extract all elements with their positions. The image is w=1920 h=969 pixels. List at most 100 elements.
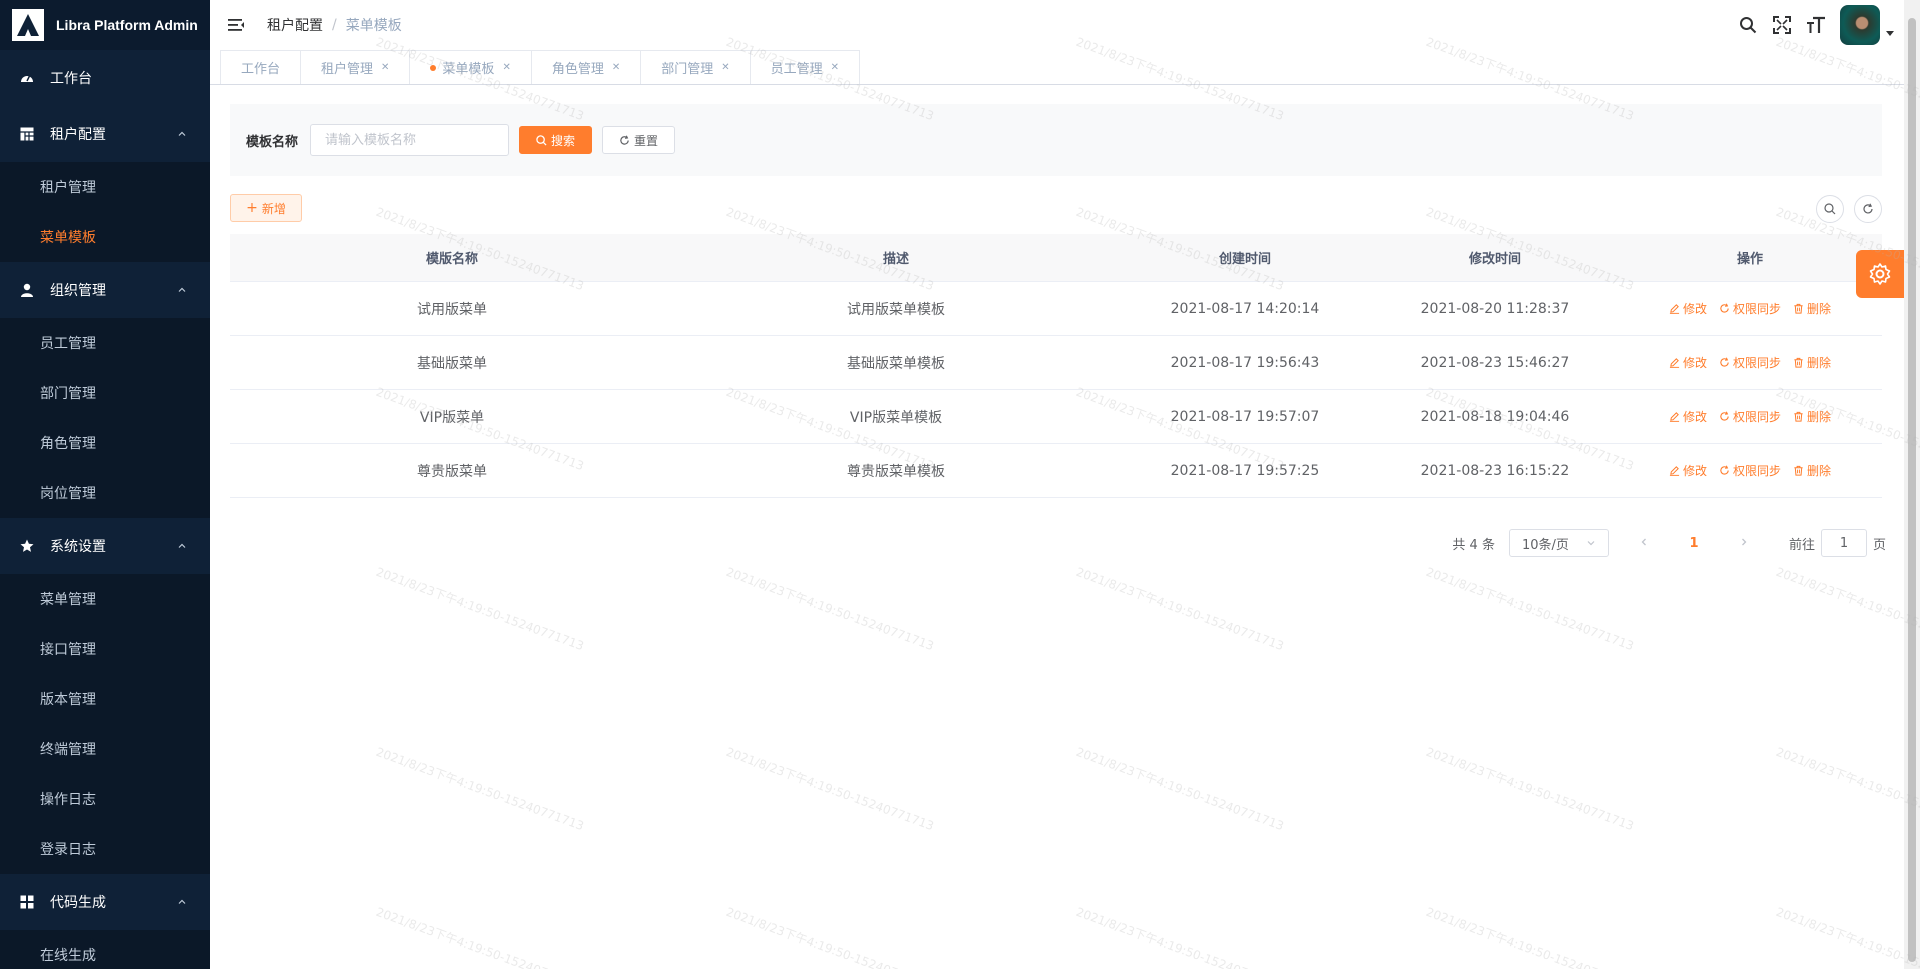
edit-button[interactable]: 修改: [1669, 462, 1707, 479]
table-row: 试用版菜单 试用版菜单模板 2021-08-17 14:20:14 2021-08-2…: [230, 282, 1882, 336]
fullscreen-icon[interactable]: [1772, 15, 1792, 35]
refresh-button[interactable]: [1854, 195, 1882, 223]
delete-button[interactable]: 删除: [1793, 300, 1831, 317]
sync-permissions-button[interactable]: 权限同步: [1719, 462, 1781, 479]
breadcrumb-separator: /: [332, 17, 337, 33]
hamburger-icon[interactable]: [227, 15, 247, 35]
menu-group: 系统设置 菜单管理 接口管理 版本管理 终端管理 操作日志 登录日志: [0, 518, 210, 874]
menu-group: 组织管理 员工管理 部门管理 角色管理 岗位管理: [0, 262, 210, 518]
delete-button[interactable]: 删除: [1793, 408, 1831, 425]
template-name-label: 模板名称: [246, 134, 299, 150]
tab-label: 工作台: [241, 62, 281, 77]
cell-name: 试用版菜单: [417, 301, 487, 318]
cell-modified: 2021-08-20 11:28:37: [1420, 300, 1570, 317]
search-icon[interactable]: [1738, 15, 1758, 35]
sync-permissions-button[interactable]: 权限同步: [1719, 300, 1781, 317]
tab-tag[interactable]: 工作台: [220, 50, 302, 84]
submenu: 菜单管理 接口管理 版本管理 终端管理 操作日志 登录日志: [0, 574, 210, 874]
sync-permissions-button[interactable]: 权限同步: [1719, 354, 1781, 371]
sidebar-submenu-item[interactable]: 终端管理: [0, 724, 210, 774]
edit-icon: [1669, 303, 1680, 314]
sidebar: Libra Platform Admin 工作台租户配置 租户管理 菜单模板 组织管理…: [0, 0, 210, 969]
page-number[interactable]: 1: [1679, 536, 1709, 551]
trash-icon: [1793, 465, 1804, 476]
delete-button[interactable]: 删除: [1793, 354, 1831, 371]
sidebar-submenu-item[interactable]: 角色管理: [0, 418, 210, 468]
sidebar-submenu-item[interactable]: 操作日志: [0, 774, 210, 824]
action-label: 修改: [1682, 464, 1707, 478]
search-icon: [536, 134, 547, 146]
add-button-label: 新增: [261, 201, 286, 216]
cell-name: 基础版菜单: [417, 355, 487, 372]
page-size-select[interactable]: 10条/页: [1508, 529, 1609, 557]
tab-tag[interactable]: 租户管理 ✕: [300, 50, 411, 84]
header-actions: [1724, 0, 1894, 50]
prev-page-icon[interactable]: [1629, 536, 1659, 551]
edit-button[interactable]: 修改: [1669, 408, 1707, 425]
action-label: 删除: [1807, 302, 1832, 316]
menu-item-star[interactable]: 系统设置: [0, 518, 210, 574]
logo[interactable]: Libra Platform Admin: [0, 0, 210, 50]
cell-created: 2021-08-17 19:57:25: [1170, 462, 1320, 479]
avatar[interactable]: [1840, 5, 1880, 45]
delete-button[interactable]: 删除: [1793, 462, 1831, 479]
tab-label: 菜单模板: [442, 62, 495, 77]
reset-button[interactable]: 重置: [602, 126, 676, 154]
sidebar-submenu-item[interactable]: 租户管理: [0, 162, 210, 212]
sidebar-submenu-item[interactable]: 部门管理: [0, 368, 210, 418]
sidebar-submenu-item[interactable]: 接口管理: [0, 624, 210, 674]
table-row: 尊贵版菜单 尊贵版菜单模板 2021-08-17 19:57:25 2021-08-2…: [230, 444, 1882, 498]
menu-item-dashboard[interactable]: 工作台: [0, 50, 210, 106]
add-button[interactable]: + 新增: [230, 194, 302, 222]
row-actions: 修改 权限同步 删除: [1618, 354, 1882, 371]
menu-item-label: 工作台: [50, 71, 92, 87]
scrollbar-thumb[interactable]: [1908, 18, 1916, 962]
row-actions: 修改 权限同步 删除: [1618, 462, 1882, 479]
search-button[interactable]: 搜索: [519, 126, 593, 154]
sidebar-submenu-item[interactable]: 菜单管理: [0, 574, 210, 624]
toggle-search-button[interactable]: [1816, 195, 1844, 223]
edit-button[interactable]: 修改: [1669, 300, 1707, 317]
breadcrumb-item[interactable]: 租户配置: [267, 15, 323, 35]
next-page-icon[interactable]: [1729, 536, 1759, 551]
tags-view: 工作台 租户管理 ✕ 菜单模板 ✕ 角色管理 ✕ 部门管理 ✕ 员工管理 ✕: [210, 50, 1904, 85]
gear-icon: [1869, 263, 1891, 285]
column-header: 创建时间: [1218, 252, 1271, 267]
trash-icon: [1793, 411, 1804, 422]
close-icon[interactable]: ✕: [831, 62, 839, 73]
template-name-input[interactable]: [310, 124, 510, 156]
goto-page-input[interactable]: 1: [1820, 529, 1867, 557]
sidebar-submenu-item[interactable]: 岗位管理: [0, 468, 210, 518]
sync-permissions-button[interactable]: 权限同步: [1719, 408, 1781, 425]
tab-tag[interactable]: 部门管理 ✕: [640, 50, 751, 84]
settings-button[interactable]: [1856, 250, 1904, 298]
breadcrumb: 租户配置 / 菜单模板: [267, 15, 402, 35]
edit-button[interactable]: 修改: [1669, 354, 1707, 371]
menu-item-user[interactable]: 组织管理: [0, 262, 210, 318]
column-header: 修改时间: [1468, 252, 1521, 267]
sidebar-submenu-item[interactable]: 在线生成: [0, 930, 210, 969]
font-size-icon[interactable]: [1806, 15, 1826, 35]
star-icon: [20, 539, 34, 553]
action-label: 删除: [1807, 410, 1832, 424]
close-icon[interactable]: ✕: [612, 62, 620, 73]
close-icon[interactable]: ✕: [721, 62, 729, 73]
close-icon[interactable]: ✕: [381, 62, 389, 73]
sidebar-submenu-item[interactable]: 版本管理: [0, 674, 210, 724]
cell-modified: 2021-08-23 15:46:27: [1420, 354, 1570, 371]
tab-tag[interactable]: 菜单模板 ✕: [409, 50, 532, 84]
menu-item-grid[interactable]: 租户配置: [0, 106, 210, 162]
tab-tag[interactable]: 员工管理 ✕: [749, 50, 861, 84]
caret-down-icon[interactable]: [1886, 30, 1894, 36]
menu-item-apps[interactable]: 代码生成: [0, 874, 210, 930]
sidebar-submenu-item[interactable]: 菜单模板: [0, 212, 210, 262]
page-scrollbar[interactable]: [1904, 0, 1920, 969]
tab-tag[interactable]: 角色管理 ✕: [530, 50, 642, 84]
column-header: 操作: [1736, 252, 1763, 267]
chevron-up-icon: [176, 540, 188, 552]
plus-icon: +: [246, 200, 258, 216]
sidebar-submenu-item[interactable]: 员工管理: [0, 318, 210, 368]
close-icon[interactable]: ✕: [502, 62, 510, 73]
sidebar-submenu-item[interactable]: 登录日志: [0, 824, 210, 874]
action-label: 修改: [1682, 410, 1707, 424]
